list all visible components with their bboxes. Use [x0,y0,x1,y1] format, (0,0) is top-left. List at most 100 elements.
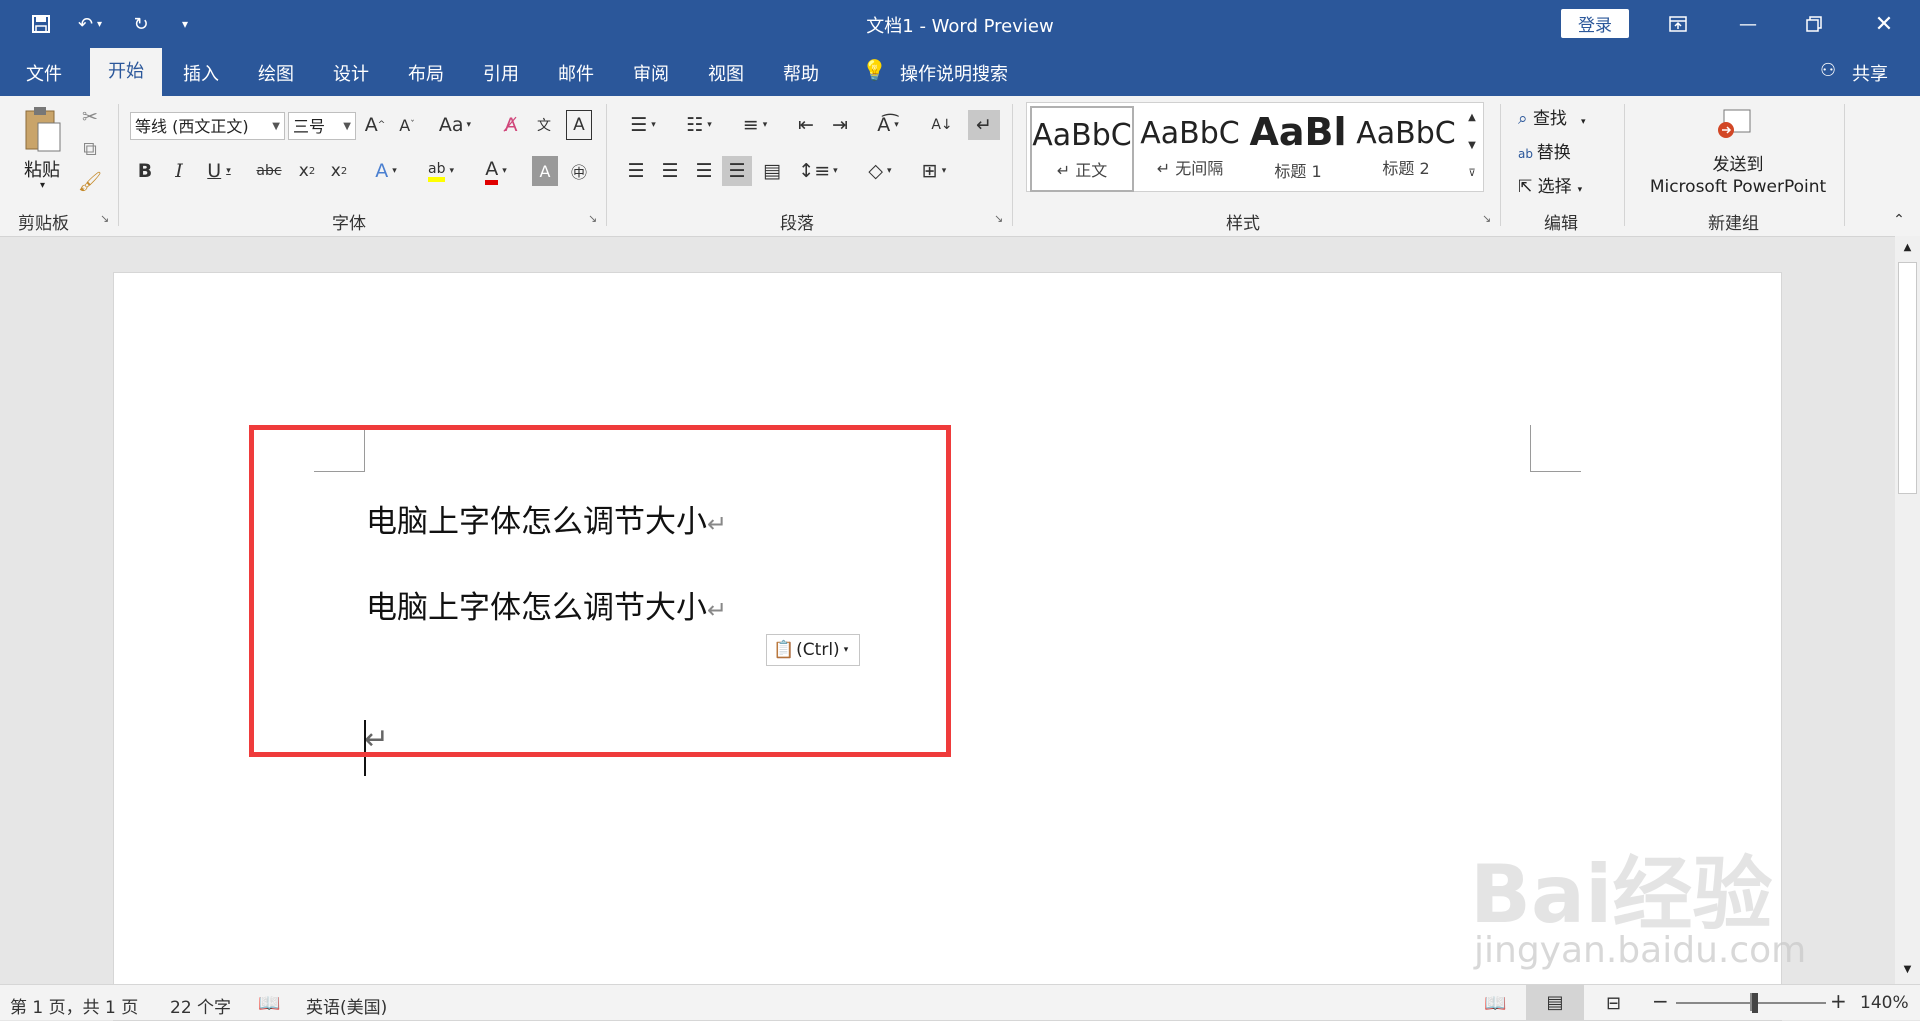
zoom-level[interactable]: 140% [1860,993,1909,1013]
tab-insert[interactable]: 插入 [183,60,219,86]
show-marks-icon[interactable]: ↵ [968,110,1000,140]
style-heading-1[interactable]: AaBl 标题 1 [1246,106,1350,192]
print-layout-icon[interactable]: ▤ [1526,985,1584,1020]
web-layout-icon[interactable]: ⊟ [1606,993,1621,1014]
sort-icon[interactable]: A↓ [928,110,956,140]
italic-icon[interactable]: I [166,156,192,186]
select-button[interactable]: ⇱ 选择 ▾ [1518,172,1582,197]
bullets-icon[interactable]: ☰ ▾ [620,110,666,140]
save-icon[interactable] [24,10,58,38]
proofing-icon[interactable]: 📖 [258,993,280,1014]
change-case-icon[interactable]: Aa ▾ [434,110,476,140]
character-border-icon[interactable]: A [566,110,592,140]
scroll-down-icon[interactable]: ▼ [1895,958,1920,982]
superscript-icon[interactable]: x2 [326,156,352,186]
tab-review[interactable]: 审阅 [633,60,669,86]
line-spacing-icon[interactable]: ↕≡ ▾ [796,156,840,186]
tab-layout[interactable]: 布局 [408,60,444,86]
tab-view[interactable]: 视图 [708,60,744,86]
watermark-logo: Bai经验 [1470,848,1773,941]
shrink-font-icon[interactable]: Aˇ [394,110,420,140]
minimize-icon[interactable]: — [1728,8,1768,40]
tab-home[interactable]: 开始 [90,48,162,96]
zoom-in-icon[interactable]: + [1830,989,1847,1013]
styles-scroll-down-icon[interactable]: ▼ [1462,132,1482,158]
find-button[interactable]: ⌕ 查找 ▾ [1518,104,1585,129]
align-center-icon[interactable]: ☰ [656,156,684,186]
language[interactable]: 英语(美国) [306,993,387,1018]
paragraph-launcher-icon[interactable]: ↘ [994,212,1003,225]
share-button[interactable]: 共享 [1852,60,1888,86]
tab-help[interactable]: 帮助 [783,60,819,86]
paste-icon[interactable] [20,104,64,154]
font-size-combo[interactable]: 三号 ▼ [288,112,356,140]
ribbon-display-icon[interactable] [1658,8,1698,40]
cut-icon[interactable]: ✂ [76,104,104,130]
style-no-spacing[interactable]: AaBbC ↵ 无间隔 [1138,106,1242,192]
send-to-powerpoint-button[interactable]: 发送到 Microsoft PowerPoint [1640,154,1836,198]
font-launcher-icon[interactable]: ↘ [588,212,597,225]
style-heading-2[interactable]: AaBbC 标题 2 [1354,106,1458,192]
clear-formatting-icon[interactable]: A̸ [498,110,524,140]
collapse-ribbon-icon[interactable]: ⌃ [1888,210,1910,230]
multilevel-list-icon[interactable]: ≡ ▾ [732,110,778,140]
justify-icon[interactable]: ☰ [722,156,752,186]
highlight-color-icon[interactable]: ab ▾ [418,156,464,186]
character-shading-icon[interactable]: A [532,156,558,186]
chinese-layout-icon[interactable]: A͡ ▾ [866,110,910,140]
shading-icon[interactable]: ◇ ▾ [858,156,902,186]
subscript-icon[interactable]: x2 [294,156,320,186]
paste-label[interactable]: 粘贴 [24,156,60,182]
restore-icon[interactable] [1794,8,1834,40]
redo-icon[interactable]: ↻ [124,10,158,38]
customize-qat-icon[interactable]: ▾ [172,10,198,38]
paste-dropdown-icon[interactable]: ▾ [40,180,45,191]
font-name-combo[interactable]: 等线 (西文正文) ▼ [130,112,285,140]
align-right-icon[interactable]: ☰ [690,156,718,186]
page-count[interactable]: 第 1 页，共 1 页 [10,993,138,1018]
styles-more-icon[interactable]: ⊽ [1462,160,1482,186]
style-normal[interactable]: AaBbC ↵ 正文 [1030,106,1134,192]
text-effects-icon[interactable]: A ▾ [366,156,406,186]
tab-design[interactable]: 设计 [333,60,369,86]
increase-indent-icon[interactable]: ⇥ [826,110,854,140]
grow-font-icon[interactable]: A ^ [362,110,388,140]
tell-me-search[interactable]: 操作说明搜索 [900,60,1008,86]
bold-icon[interactable]: B [132,156,158,186]
numbering-icon[interactable]: ☷ ▾ [676,110,722,140]
strikethrough-icon[interactable]: abc [254,156,284,186]
login-button[interactable]: 登录 [1561,9,1629,38]
send-to-powerpoint-icon[interactable] [1714,106,1754,144]
tab-references[interactable]: 引用 [483,60,519,86]
ribbon: 粘贴 ▾ ✂ ⧉ 🖌 剪贴板 ↘ 等线 (西文正文) ▼ 三号 ▼ A ^ Aˇ Aa… [0,96,1920,237]
distributed-icon[interactable]: ▤ [758,156,786,186]
clipboard-launcher-icon[interactable]: ↘ [100,212,109,225]
font-color-icon[interactable]: A ▾ [476,156,516,186]
align-left-icon[interactable]: ☰ [622,156,650,186]
undo-icon[interactable]: ↶ ▾ [68,10,112,38]
underline-icon[interactable]: U ▾ [200,156,238,186]
separator [118,104,119,226]
decrease-indent-icon[interactable]: ⇤ [792,110,820,140]
zoom-slider-thumb[interactable] [1752,993,1758,1013]
phonetic-guide-icon[interactable]: 文 [530,110,558,140]
zoom-out-icon[interactable]: − [1652,989,1669,1013]
send-to-line2: Microsoft PowerPoint [1649,177,1827,197]
cursor-icon: ⇱ [1518,177,1538,197]
read-mode-icon[interactable]: 📖 [1484,993,1506,1014]
tab-mailings[interactable]: 邮件 [558,60,594,86]
copy-icon[interactable]: ⧉ [76,136,104,162]
vertical-scrollbar[interactable]: ▲ ▼ [1895,236,1920,984]
word-count[interactable]: 22 个字 [170,993,231,1018]
enclose-characters-icon[interactable]: ㊥ [566,156,592,186]
scroll-up-icon[interactable]: ▲ [1895,236,1920,260]
close-icon[interactable]: ✕ [1864,8,1904,40]
tab-file[interactable]: 文件 [26,60,62,86]
format-painter-icon[interactable]: 🖌 [76,168,104,194]
styles-scroll-up-icon[interactable]: ▲ [1462,104,1482,130]
tab-draw[interactable]: 绘图 [258,60,294,86]
styles-launcher-icon[interactable]: ↘ [1482,212,1491,225]
borders-icon[interactable]: ⊞ ▾ [912,156,956,186]
replace-button[interactable]: ab 替换 [1518,138,1571,163]
scrollbar-thumb[interactable] [1898,262,1917,494]
